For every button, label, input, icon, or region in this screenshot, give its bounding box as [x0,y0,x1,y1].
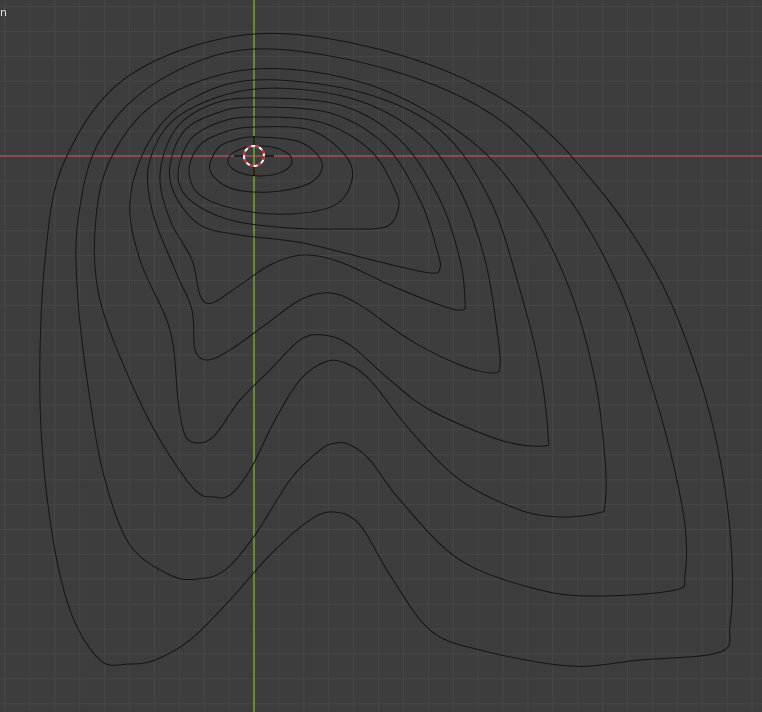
3d-cursor-icon[interactable] [0,0,762,712]
3d-viewport[interactable]: n [0,0,762,712]
viewport-corner-label: n [0,6,7,19]
